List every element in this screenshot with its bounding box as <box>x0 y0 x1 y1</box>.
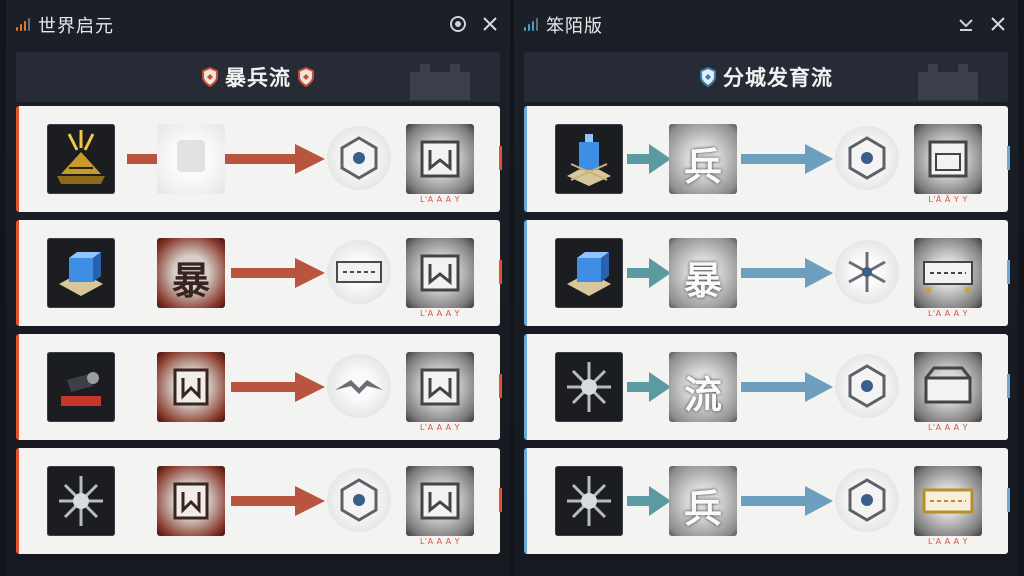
row-edge-accent <box>1007 260 1010 284</box>
winged-emblem-icon <box>327 354 391 418</box>
ghost-card-icon <box>157 124 225 194</box>
fortress-icon: L'A A A Y <box>406 352 474 432</box>
left-panel: 世界启元 暴兵流 L'A A A Y 暴 L'A A A Y L'A A A Y… <box>6 0 510 576</box>
shield-icon <box>700 67 716 87</box>
row-edge-accent <box>499 260 502 284</box>
hexagon-crest-icon <box>835 126 899 190</box>
blue-tower-icon <box>555 124 623 194</box>
strategy-row[interactable]: 兵 L'Ä Ä Y Y <box>524 106 1010 212</box>
target-icon[interactable] <box>447 13 469 35</box>
arrow-icon <box>231 484 327 518</box>
left-titlebar: 世界启元 <box>6 0 510 48</box>
castle-watermark-icon <box>918 64 978 100</box>
strategy-row[interactable]: L'A A A Y <box>16 106 502 212</box>
window-title: 世界启元 <box>38 16 114 37</box>
row-edge-accent <box>499 488 502 512</box>
blue-crystal-icon <box>47 238 115 308</box>
hexagon-crest-icon <box>327 126 391 190</box>
close-icon[interactable] <box>479 13 501 35</box>
row-edge-accent <box>1007 488 1010 512</box>
right-panel: 笨陌版 分城发育流 兵 L'Ä Ä Y Y 暴 L'A A A Y 流 L'A … <box>514 0 1018 576</box>
fortress-icon: L'A A A Y <box>406 466 474 546</box>
arrow-icon <box>231 256 327 290</box>
scroll-banner-icon: L'A A A Y <box>914 238 982 318</box>
strategy-row[interactable]: 暴 L'A A A Y <box>524 220 1010 326</box>
gold-pyramid-icon <box>47 124 115 194</box>
window-title: 笨陌版 <box>546 16 603 37</box>
fortress-icon: L'A A A Y <box>406 238 474 318</box>
row-edge-accent <box>499 146 502 170</box>
fortress-card-icon <box>157 466 225 536</box>
strategy-row[interactable]: L'A A A Y <box>16 448 502 554</box>
bao-glyph-card: 暴 <box>157 238 225 308</box>
row-edge-accent <box>499 374 502 398</box>
silver-star-icon <box>555 466 623 536</box>
signal-bars-icon <box>524 17 538 31</box>
bing-glyph-card: 兵 <box>669 124 737 194</box>
scroll-banner-icon <box>327 240 391 304</box>
strategy-title: 分城发育流 <box>723 66 833 90</box>
strategy-header: 分城发育流 <box>524 52 1008 102</box>
castle-watermark-icon <box>410 64 470 100</box>
arrow-icon <box>627 142 673 176</box>
shield-icon <box>202 67 218 87</box>
shield-icon <box>298 67 314 87</box>
liu-glyph-card: 流 <box>669 352 737 422</box>
snowflake-crest-icon <box>835 240 899 304</box>
red-cannon-icon <box>47 352 115 422</box>
fortress-card-icon <box>157 352 225 422</box>
arrow-icon <box>231 370 327 404</box>
strategy-title: 暴兵流 <box>225 66 291 90</box>
arrow-icon <box>741 484 835 518</box>
silver-star-icon <box>555 352 623 422</box>
hexagon-crest-icon <box>835 354 899 418</box>
row-edge-accent <box>1007 146 1010 170</box>
arrow-icon <box>741 370 835 404</box>
arrow-icon <box>627 370 673 404</box>
signal-bars-icon <box>16 17 30 31</box>
arrow-icon <box>741 256 835 290</box>
hexagon-crest-icon <box>835 468 899 532</box>
fortress-icon: L'Ä Ä Y Y <box>914 124 982 204</box>
bao-glyph-card: 暴 <box>669 238 737 308</box>
treasure-icon: L'A A A Y <box>914 352 982 432</box>
strategy-header: 暴兵流 <box>16 52 500 102</box>
strategy-row[interactable]: 暴 L'A A A Y <box>16 220 502 326</box>
blue-crystal-icon <box>555 238 623 308</box>
minimize-icon[interactable] <box>955 13 977 35</box>
close-icon[interactable] <box>987 13 1009 35</box>
strategy-row[interactable]: 兵 L'A A A Y <box>524 448 1010 554</box>
strategy-row[interactable]: L'A A A Y <box>16 334 502 440</box>
right-titlebar: 笨陌版 <box>514 0 1018 48</box>
arrow-icon <box>627 256 673 290</box>
arrow-icon <box>741 142 835 176</box>
gold-scroll-icon: L'A A A Y <box>914 466 982 546</box>
silver-star-icon <box>47 466 115 536</box>
hexagon-crest-icon <box>327 468 391 532</box>
strategy-row[interactable]: 流 L'A A A Y <box>524 334 1010 440</box>
bing-glyph-card: 兵 <box>669 466 737 536</box>
arrow-icon <box>627 484 673 518</box>
row-edge-accent <box>1007 374 1010 398</box>
fortress-icon: L'A A A Y <box>406 124 474 204</box>
